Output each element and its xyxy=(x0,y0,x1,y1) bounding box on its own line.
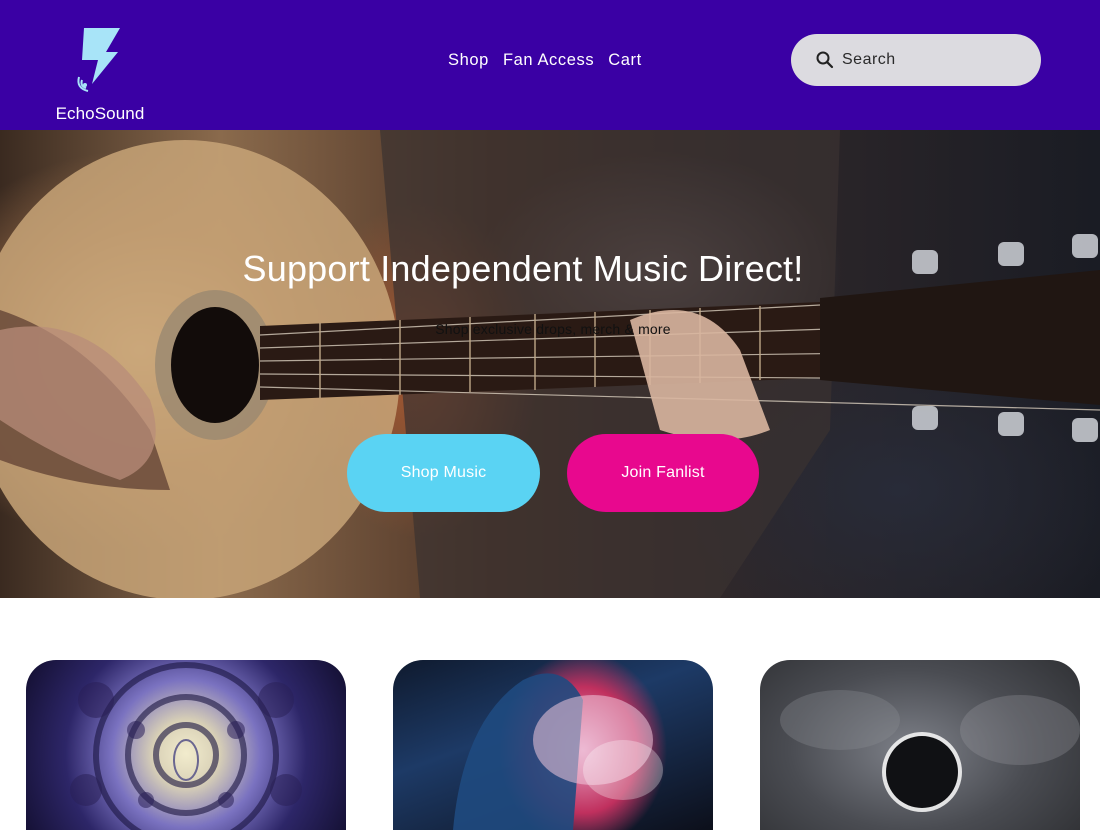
search-input[interactable] xyxy=(842,51,1022,69)
brand-name: EchoSound xyxy=(55,104,145,123)
brand-logo[interactable]: EchoSound xyxy=(50,22,150,126)
hero-title: Support Independent Music Direct! xyxy=(242,248,804,289)
eclipse-image xyxy=(780,690,1080,812)
hero-guitar-image xyxy=(0,130,1100,598)
main-nav: Shop Fan Access Cart xyxy=(448,48,656,72)
shop-music-button[interactable]: Shop Music xyxy=(347,434,540,512)
hooded-figure-image xyxy=(453,673,663,830)
lightning-bolt-icon xyxy=(77,28,120,92)
product-card-smoke[interactable] xyxy=(393,660,713,830)
product-card-eclipse[interactable] xyxy=(760,660,1080,830)
join-fanlist-button[interactable]: Join Fanlist xyxy=(567,434,759,512)
nav-shop-link[interactable]: Shop xyxy=(448,51,489,70)
site-header: EchoSound Shop Fan Access Cart xyxy=(0,0,1100,130)
nav-fan-access-link[interactable]: Fan Access xyxy=(503,51,594,70)
fractal-art-image xyxy=(70,662,302,830)
hero-banner: Support Independent Music Direct! Shop e… xyxy=(0,130,1100,598)
hero-subtitle: Shop exclusive drops, merch & more xyxy=(435,321,671,337)
featured-cards xyxy=(0,598,1100,830)
search-bar[interactable] xyxy=(791,34,1041,86)
search-icon xyxy=(816,51,834,69)
nav-cart-link[interactable]: Cart xyxy=(608,51,642,70)
product-card-fractal[interactable] xyxy=(26,660,346,830)
